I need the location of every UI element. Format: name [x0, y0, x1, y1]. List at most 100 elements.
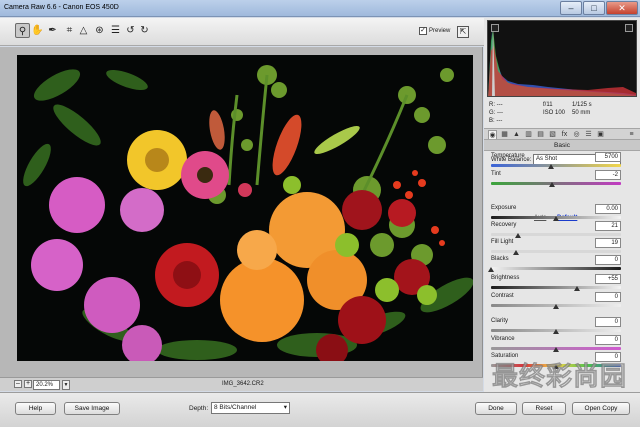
- hand-icon[interactable]: ✋: [30, 23, 45, 38]
- histogram: [487, 20, 637, 97]
- contrast-slider[interactable]: Contrast 0: [491, 292, 621, 310]
- r-value: ---: [496, 102, 503, 108]
- tab-lens-icon[interactable]: ▧: [548, 130, 557, 139]
- tab-basic-icon[interactable]: ◉: [488, 130, 497, 139]
- contrast-thumb[interactable]: [553, 304, 559, 309]
- panel-menu-icon[interactable]: ≡: [627, 130, 636, 139]
- g-value: ---: [497, 110, 504, 116]
- tint-value[interactable]: -2: [595, 170, 621, 180]
- blacks-label: Blacks: [491, 256, 509, 262]
- recovery-track[interactable]: [491, 233, 621, 236]
- close-button[interactable]: ✕: [606, 1, 638, 15]
- preview-label: Preview: [429, 28, 451, 34]
- zoom-icon[interactable]: ⚲: [15, 23, 30, 38]
- tab-tone-curve-icon[interactable]: ▦: [500, 130, 509, 139]
- tab-camera-calibration-icon[interactable]: ◎: [572, 130, 581, 139]
- shadow-clipping-icon[interactable]: [491, 24, 499, 32]
- adjustments-panel: R: --- G: --- B: --- f/11 ISO 100 1/125 …: [484, 18, 640, 392]
- rotate-left-icon[interactable]: ↺: [123, 23, 138, 38]
- blacks-value[interactable]: 0: [595, 255, 621, 265]
- temperature-track[interactable]: [491, 164, 621, 167]
- vibrance-thumb[interactable]: [553, 347, 559, 352]
- recovery-value[interactable]: 21: [595, 221, 621, 231]
- tint-label: Tint: [491, 171, 501, 177]
- blacks-slider[interactable]: Blacks 0: [488, 255, 621, 273]
- tab-effects-icon[interactable]: fx: [560, 130, 569, 139]
- window-title: Camera Raw 6.6 - Canon EOS 450D: [4, 4, 119, 11]
- recovery-thumb[interactable]: [515, 233, 522, 238]
- temperature-label: Temperature: [491, 153, 525, 159]
- red-eye-icon[interactable]: ⊛: [92, 23, 107, 38]
- watermark-logo: 最终彩尚园: [492, 361, 628, 392]
- exposure-thumb[interactable]: [553, 216, 559, 221]
- preferences-icon[interactable]: ☰: [108, 23, 123, 38]
- clarity-thumb[interactable]: [553, 329, 559, 334]
- tint-slider[interactable]: Tint -2: [491, 170, 621, 188]
- b-value: ---: [496, 118, 503, 124]
- white-balance-icon[interactable]: ✒: [45, 23, 60, 38]
- preview-checkbox[interactable]: ✓: [419, 27, 427, 35]
- zoom-in-button[interactable]: +: [24, 380, 32, 388]
- clarity-slider[interactable]: Clarity 0: [491, 317, 621, 335]
- reset-button[interactable]: Reset: [522, 402, 566, 415]
- temperature-value[interactable]: 5700: [595, 152, 621, 162]
- help-button[interactable]: Help: [15, 402, 56, 415]
- image-preview[interactable]: [17, 55, 473, 361]
- depth-select[interactable]: 8 Bits/Channel: [211, 402, 290, 414]
- crop-icon[interactable]: ⌗: [62, 23, 77, 38]
- exposure-slider[interactable]: Exposure 0.00: [491, 204, 621, 222]
- blacks-thumb[interactable]: [488, 267, 494, 272]
- fullscreen-icon[interactable]: ⇱: [457, 26, 469, 38]
- shutter-value: 1/125 s: [572, 102, 592, 108]
- brightness-slider[interactable]: Brightness +55: [491, 274, 621, 292]
- tint-track[interactable]: [491, 182, 621, 185]
- done-button[interactable]: Done: [475, 402, 517, 415]
- fill-light-track[interactable]: [491, 250, 621, 253]
- straighten-icon[interactable]: △: [76, 23, 91, 38]
- tab-split-toning-icon[interactable]: ▤: [536, 130, 545, 139]
- highlight-clipping-icon[interactable]: [625, 24, 633, 32]
- panel-tabs: ◉ ▦ ▲ ▥ ▤ ▧ fx ◎ ☰ ▣ ≡: [484, 128, 640, 140]
- temperature-slider[interactable]: Temperature 5700: [491, 152, 621, 170]
- tab-hsl-icon[interactable]: ▥: [524, 130, 533, 139]
- vibrance-value[interactable]: 0: [595, 335, 621, 345]
- viewer-footer: – + 20.2% ▼ IMG_3642.CR2: [0, 377, 483, 391]
- vibrance-slider[interactable]: Vibrance 0: [491, 335, 621, 353]
- recovery-slider[interactable]: Recovery 21: [491, 221, 621, 239]
- fill-light-thumb[interactable]: [512, 250, 519, 255]
- exposure-value[interactable]: 0.00: [595, 204, 621, 214]
- fill-light-slider[interactable]: Fill Light 19: [491, 238, 621, 256]
- tint-thumb[interactable]: [549, 182, 556, 187]
- fill-light-label: Fill Light: [491, 239, 514, 245]
- temperature-thumb[interactable]: [547, 164, 554, 169]
- focal-length-value: 50 mm: [572, 110, 591, 116]
- clarity-value[interactable]: 0: [595, 317, 621, 327]
- brightness-value[interactable]: +55: [595, 274, 621, 284]
- histogram-graph: [488, 26, 636, 96]
- clarity-label: Clarity: [491, 318, 509, 324]
- open-copy-button[interactable]: Open Copy: [572, 402, 630, 415]
- flower-bouquet-image: [17, 55, 473, 361]
- zoom-dropdown-icon[interactable]: ▼: [62, 380, 70, 390]
- rotate-right-icon[interactable]: ↻: [137, 23, 152, 38]
- brightness-thumb[interactable]: [573, 286, 580, 291]
- save-image-button[interactable]: Save Image: [64, 402, 120, 415]
- fill-light-value[interactable]: 19: [595, 238, 621, 248]
- tab-snapshots-icon[interactable]: ▣: [596, 130, 605, 139]
- brightness-label: Brightness: [491, 275, 520, 281]
- iso-value: ISO 100: [543, 110, 566, 116]
- depth-label: Depth:: [189, 405, 209, 412]
- preview-toggle[interactable]: ✓ Preview: [419, 27, 450, 35]
- brightness-track[interactable]: [491, 286, 621, 289]
- minimize-button[interactable]: –: [560, 1, 582, 15]
- contrast-value[interactable]: 0: [595, 292, 621, 302]
- tab-presets-icon[interactable]: ☰: [584, 130, 593, 139]
- zoom-out-button[interactable]: –: [14, 380, 22, 388]
- maximize-button[interactable]: □: [583, 1, 605, 15]
- aperture-value: f/11: [543, 102, 553, 108]
- zoom-level[interactable]: 20.2%: [33, 380, 60, 390]
- contrast-label: Contrast: [491, 293, 514, 299]
- blacks-track[interactable]: [491, 267, 621, 270]
- b-label: B:: [489, 118, 495, 124]
- tab-detail-icon[interactable]: ▲: [512, 130, 521, 139]
